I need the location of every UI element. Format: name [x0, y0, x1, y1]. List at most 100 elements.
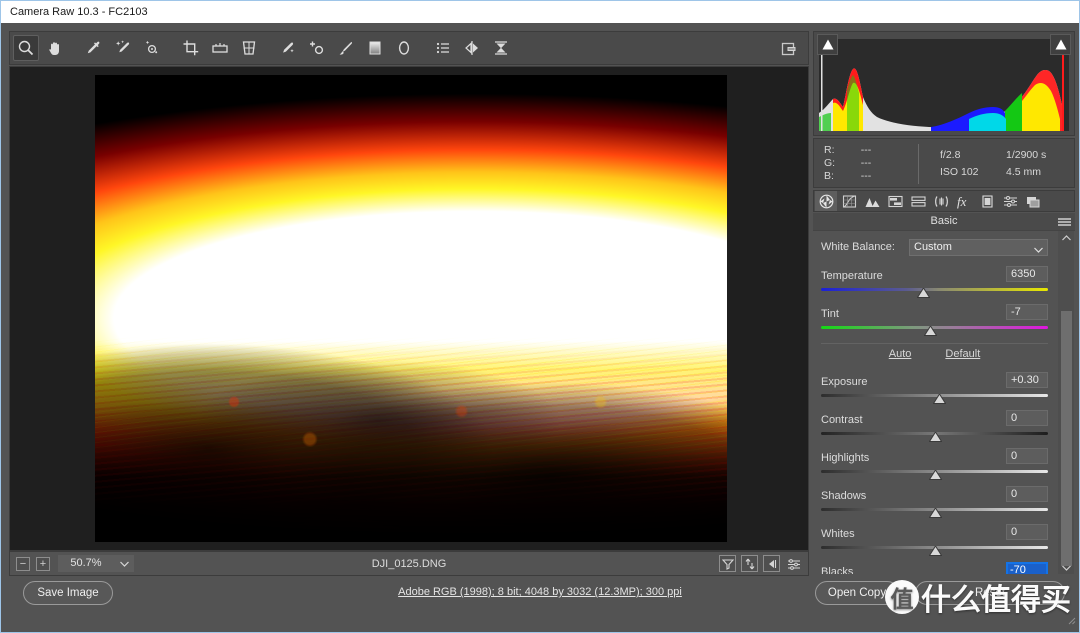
- contrast-slider[interactable]: [821, 429, 1048, 442]
- zoom-status-bar: − + 50.7% DJI_0125.DNG: [9, 551, 809, 576]
- temperature-value[interactable]: 6350: [1006, 266, 1048, 282]
- reset-button[interactable]: Reset: [915, 581, 1065, 605]
- tab-camera-calibration[interactable]: [976, 191, 998, 211]
- chevron-down-icon[interactable]: [1058, 561, 1074, 574]
- exposure-knob[interactable]: [932, 391, 947, 404]
- contrast-knob[interactable]: [928, 429, 942, 442]
- hand-tool-icon[interactable]: [42, 35, 68, 61]
- sync-settings-icon[interactable]: [741, 555, 758, 572]
- contrast-value[interactable]: 0: [1006, 410, 1048, 426]
- window-title: Camera Raw 10.3 - FC2103: [10, 6, 148, 18]
- panel-title-bar: Basic: [813, 213, 1075, 230]
- rotate-clockwise-icon[interactable]: [488, 35, 514, 61]
- adjustment-brush-tool-icon[interactable]: [333, 35, 359, 61]
- tab-presets[interactable]: [999, 191, 1021, 211]
- targeted-adjustment-tool-icon[interactable]: [139, 35, 165, 61]
- rgb-readout: R: --- G: --- B: ---: [824, 144, 919, 184]
- tab-lens-corrections[interactable]: [930, 191, 952, 211]
- image-preview[interactable]: [95, 75, 727, 542]
- whites-value[interactable]: 0: [1006, 524, 1048, 540]
- histogram-panel: [813, 31, 1075, 136]
- rgb-row-g: G: ---: [824, 157, 918, 170]
- auto-default-links: Auto Default: [821, 348, 1048, 363]
- tint-slider-group: Tint -7: [821, 304, 1048, 336]
- color-sampler-tool-icon[interactable]: [110, 35, 136, 61]
- filmstrip-tools: [719, 555, 802, 572]
- spot-removal-tool-icon[interactable]: [275, 35, 301, 61]
- tint-value[interactable]: -7: [1006, 304, 1048, 320]
- exif-focal-length: 4.5 mm: [1006, 166, 1042, 178]
- highlights-knob[interactable]: [928, 467, 942, 480]
- tab-split-toning[interactable]: [907, 191, 929, 211]
- shadows-value[interactable]: 0: [1006, 486, 1048, 502]
- rotate-counterclockwise-icon[interactable]: [459, 35, 485, 61]
- temperature-slider[interactable]: [821, 285, 1048, 298]
- tab-snapshots[interactable]: [1022, 191, 1044, 211]
- image-canvas[interactable]: [9, 66, 809, 551]
- blacks-value[interactable]: -70: [1006, 562, 1048, 574]
- toggle-filmstrip-icon[interactable]: [776, 36, 802, 62]
- rgb-exif-readout: R: --- G: --- B: --- f/2.8 1/2900 s ISO 102 4…: [813, 138, 1075, 188]
- whites-slider[interactable]: [821, 543, 1048, 556]
- white-balance-tool-icon[interactable]: [81, 35, 107, 61]
- rgb-row-b: B: ---: [824, 170, 918, 183]
- auto-link[interactable]: Auto: [889, 348, 912, 363]
- tab-effects[interactable]: fx: [953, 191, 975, 211]
- highlights-slider[interactable]: [821, 467, 1048, 480]
- tint-slider[interactable]: [821, 323, 1048, 336]
- white-balance-row: White Balance: Custom: [821, 237, 1048, 257]
- shadows-knob[interactable]: [928, 505, 942, 518]
- whites-slider-group: Whites 0: [821, 524, 1048, 556]
- blacks-slider-group: Blacks -70: [821, 562, 1048, 574]
- tab-detail[interactable]: [861, 191, 883, 211]
- shadows-slider-group: Shadows 0: [821, 486, 1048, 518]
- exif-shutter: 1/2900 s: [1006, 149, 1047, 161]
- chevron-down-icon: [1034, 243, 1043, 258]
- graduated-filter-tool-icon[interactable]: [362, 35, 388, 61]
- resize-grip-icon[interactable]: [1066, 612, 1076, 630]
- previous-image-icon[interactable]: [763, 555, 780, 572]
- panel-scrollbar[interactable]: [1058, 231, 1074, 574]
- tab-hsl-grayscale[interactable]: [884, 191, 906, 211]
- window-title-bar: Camera Raw 10.3 - FC2103: [1, 1, 1079, 23]
- rgb-channel-label: R:: [824, 144, 835, 156]
- shadows-slider[interactable]: [821, 505, 1048, 518]
- whites-knob[interactable]: [928, 543, 942, 556]
- tint-label: Tint: [821, 308, 839, 320]
- highlight-clipping-warning-icon[interactable]: [1050, 34, 1071, 55]
- exif-iso: ISO 102: [940, 166, 979, 178]
- radial-filter-tool-icon[interactable]: [391, 35, 417, 61]
- zoom-tool-icon[interactable]: [13, 35, 39, 61]
- panel-divider: [821, 343, 1048, 344]
- whites-label: Whites: [821, 528, 855, 540]
- temperature-knob[interactable]: [916, 285, 931, 298]
- exposure-value[interactable]: +0.30: [1006, 372, 1048, 388]
- default-link[interactable]: Default: [945, 348, 980, 363]
- presets-tool-icon[interactable]: [430, 35, 456, 61]
- tab-tone-curve[interactable]: [838, 191, 860, 211]
- crop-tool-icon[interactable]: [178, 35, 204, 61]
- shadow-clipping-warning-icon[interactable]: [817, 34, 838, 55]
- white-balance-value: Custom: [914, 240, 952, 253]
- rgb-channel-value: ---: [860, 157, 872, 169]
- tint-knob[interactable]: [923, 323, 938, 336]
- temperature-label: Temperature: [821, 270, 883, 282]
- exposure-slider[interactable]: [821, 391, 1048, 404]
- white-balance-label: White Balance:: [821, 241, 895, 253]
- chevron-up-icon[interactable]: [1058, 231, 1074, 245]
- panel-tab-bar: fx: [813, 190, 1075, 212]
- white-balance-select[interactable]: Custom: [909, 238, 1048, 258]
- histogram-plot: [819, 39, 1069, 131]
- highlights-value[interactable]: 0: [1006, 448, 1048, 464]
- scrollbar-thumb[interactable]: [1061, 311, 1072, 566]
- transform-tool-icon[interactable]: [236, 35, 262, 61]
- bottom-bar: Save Image Adobe RGB (1998); 8 bit; 4048…: [1, 577, 1079, 632]
- filmstrip-settings-icon[interactable]: [785, 555, 802, 572]
- exposure-label: Exposure: [821, 376, 868, 388]
- red-eye-removal-tool-icon[interactable]: [304, 35, 330, 61]
- filmstrip-filter-icon[interactable]: [719, 555, 736, 572]
- straighten-tool-icon[interactable]: [207, 35, 233, 61]
- open-copy-button[interactable]: Open Copy: [815, 581, 899, 605]
- page-title: Basic: [930, 215, 958, 227]
- tab-basic[interactable]: [815, 191, 837, 211]
